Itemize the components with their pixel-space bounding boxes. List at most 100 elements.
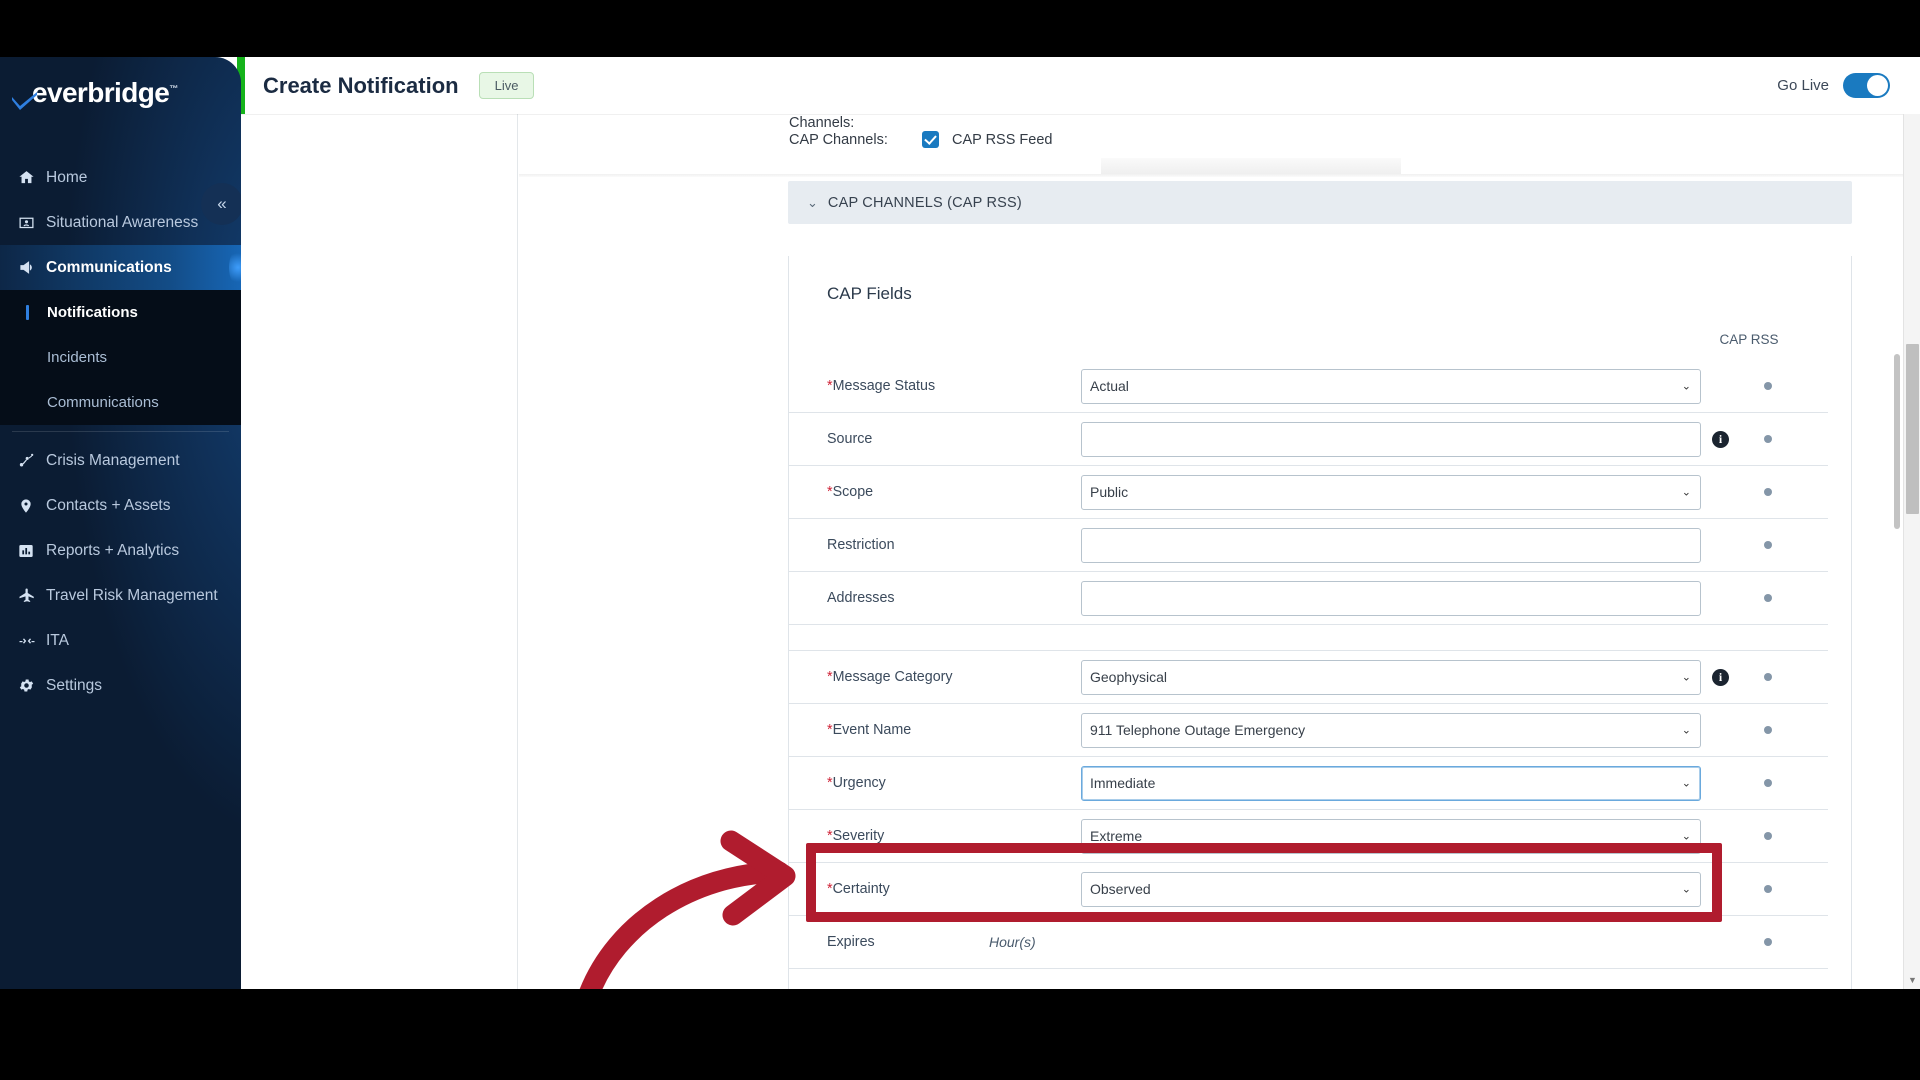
- cap-field-select[interactable]: 911 Telephone Outage Emergency ⌄: [1081, 712, 1701, 748]
- cap-field-label-text: Addresses: [827, 590, 895, 606]
- cap-fields-rows: *Message Status Actual ⌄ Source i *Scope Publi…: [789, 360, 1851, 989]
- home-icon: [18, 169, 44, 186]
- main-content: Channels: CAP Channels: CAP RSS Feed ⌄ C…: [241, 114, 1920, 989]
- cap-field-value: Actual: [1090, 378, 1129, 394]
- cap-channels-accordion-header[interactable]: ⌄ CAP CHANNELS (CAP RSS): [788, 181, 1852, 224]
- airplane-icon: [18, 587, 44, 605]
- section-spacer: [789, 625, 1828, 651]
- sidebar-item-label: Home: [46, 168, 88, 186]
- cap-field-label-text: Expires: [827, 934, 875, 950]
- go-live-label: Go Live: [1777, 77, 1829, 94]
- cap-rss-dot-icon: [1764, 488, 1772, 496]
- chevron-down-icon: ⌄: [1681, 883, 1691, 896]
- sidebar-item-travel-risk-management[interactable]: Travel Risk Management: [0, 573, 241, 618]
- cap-rss-indicator-cell: [1708, 827, 1828, 845]
- chevron-down-icon: ⌄: [1681, 777, 1691, 790]
- chevron-down-icon: ⌄: [1681, 486, 1691, 499]
- sidebar-item-ita[interactable]: ITA: [0, 618, 241, 663]
- active-indicator: [26, 395, 29, 410]
- cap-rss-feed-checkbox[interactable]: [922, 131, 939, 148]
- cap-rss-indicator-cell: [1708, 987, 1828, 990]
- cap-field-select[interactable]: Immediate ⌄: [1081, 765, 1701, 801]
- sidebar-item-label: ITA: [46, 631, 69, 649]
- cap-field-input[interactable]: [1081, 580, 1701, 616]
- scroll-down-arrow-icon[interactable]: ▼: [1904, 973, 1920, 987]
- cap-field-label: *Message Status: [827, 378, 1081, 394]
- cap-rss-indicator-cell: [1708, 933, 1828, 951]
- cap-field-select[interactable]: Geophysical ⌄: [1081, 659, 1701, 695]
- inner-scrollbar[interactable]: [1894, 114, 1900, 989]
- sidebar-item-incidents[interactable]: Incidents: [0, 335, 241, 380]
- sidebar-item-reports-analytics[interactable]: Reports + Analytics: [0, 528, 241, 573]
- active-indicator: [26, 305, 29, 320]
- page-scrollbar[interactable]: ▼: [1903, 114, 1920, 989]
- cap-field-label: *Event Name: [827, 722, 1081, 738]
- sidebar-item-notifications[interactable]: Notifications: [0, 290, 241, 335]
- bar-chart-icon: [18, 543, 44, 559]
- cap-rss-dot-icon: [1764, 594, 1772, 602]
- cap-rss-dot-icon: [1764, 885, 1772, 893]
- page-title: Create Notification: [263, 72, 459, 98]
- sidebar-item-label: Crisis Management: [46, 451, 180, 469]
- sidebar: everbridge™ « Home Situational Awareness: [0, 57, 241, 989]
- cap-field-select[interactable]: Actual ⌄: [1081, 368, 1701, 404]
- sidebar-item-settings[interactable]: Settings: [0, 663, 241, 708]
- sidebar-item-label: Settings: [46, 676, 103, 694]
- brand-tm: ™: [169, 83, 178, 94]
- cap-field-row: *Certainty Observed ⌄: [789, 863, 1828, 916]
- cap-rss-indicator-cell: [1708, 774, 1828, 792]
- everbridge-logo: everbridge™: [0, 57, 241, 129]
- map-pin-person-icon: [18, 214, 44, 231]
- cap-field-row: Expires Hour(s): [789, 916, 1828, 969]
- sidebar-nav: Home Situational Awareness Communication…: [0, 155, 241, 708]
- cap-field-label-text: Message Category: [832, 669, 953, 685]
- cap-rss-indicator-cell: [1708, 430, 1828, 448]
- cap-field-row: *Event Name 911 Telephone Outage Emergenc…: [789, 704, 1828, 757]
- cap-fields-card: CAP Fields CAP RSS *Message Status Actual…: [788, 256, 1852, 989]
- cap-field-label-text: Event Name: [832, 722, 912, 738]
- cap-field-row: *Urgency Immediate ⌄: [789, 757, 1828, 810]
- sidebar-item-communications[interactable]: Communications: [0, 245, 241, 290]
- cap-field-select[interactable]: Public ⌄: [1081, 474, 1701, 510]
- cap-field-input[interactable]: [1081, 421, 1701, 457]
- cap-field-label-text: Message Status: [832, 378, 936, 394]
- sidebar-collapse-icon[interactable]: «: [201, 183, 241, 225]
- cap-field-label-text: Certainty: [832, 881, 890, 897]
- cap-field-label: *Urgency: [827, 775, 1081, 791]
- sidebar-item-label: Contacts + Assets: [46, 496, 171, 514]
- cap-field-select[interactable]: Observed ⌄: [1081, 871, 1701, 907]
- topbar-actions: Go Live: [1777, 73, 1890, 98]
- sidebar-item-crisis-management[interactable]: Crisis Management: [0, 438, 241, 483]
- page-scrollbar-thumb[interactable]: [1906, 344, 1919, 514]
- cap-field-input[interactable]: [1081, 527, 1701, 563]
- inner-scrollbar-thumb[interactable]: [1894, 354, 1900, 529]
- cap-rss-dot-icon: [1764, 779, 1772, 787]
- sidebar-subitem-label: Notifications: [47, 304, 138, 321]
- chevron-down-icon: ⌄: [1681, 671, 1691, 684]
- cap-rss-column-header: CAP RSS: [1719, 332, 1779, 347]
- cap-rss-feed-label: CAP RSS Feed: [952, 131, 1053, 148]
- cap-rss-indicator-cell: [1708, 721, 1828, 739]
- sidebar-item-communications-sub[interactable]: Communications: [0, 380, 241, 425]
- chevron-down-icon: ⌄: [1681, 830, 1691, 843]
- sidebar-item-contacts-assets[interactable]: Contacts + Assets: [0, 483, 241, 528]
- cap-field-label: *Scope: [827, 484, 1081, 500]
- sidebar-item-label: Reports + Analytics: [46, 541, 180, 559]
- cap-rss-dot-icon: [1764, 726, 1772, 734]
- cap-field-row: *Message Status Actual ⌄: [789, 360, 1828, 413]
- network-nodes-icon: [18, 452, 44, 469]
- go-live-toggle[interactable]: [1843, 73, 1890, 98]
- cap-field-select[interactable]: Extreme ⌄: [1081, 818, 1701, 854]
- cap-field-value: 911 Telephone Outage Emergency: [1090, 722, 1306, 738]
- cap-rss-dot-icon: [1764, 382, 1772, 390]
- left-rail-panel: [241, 114, 518, 989]
- cap-field-row: Source i: [789, 413, 1828, 466]
- cap-field-value: Geophysical: [1090, 669, 1168, 685]
- cap-field-label-text: Restriction: [827, 537, 895, 553]
- cap-field-label-text: Source: [827, 431, 873, 447]
- cap-channels-row: CAP Channels: CAP RSS Feed: [789, 131, 1052, 148]
- cap-field-value: Observed: [1090, 881, 1151, 897]
- cap-field-label: Addresses: [827, 590, 1081, 606]
- cap-fields-title: CAP Fields: [827, 284, 912, 303]
- cap-field-label: Source: [827, 431, 1081, 447]
